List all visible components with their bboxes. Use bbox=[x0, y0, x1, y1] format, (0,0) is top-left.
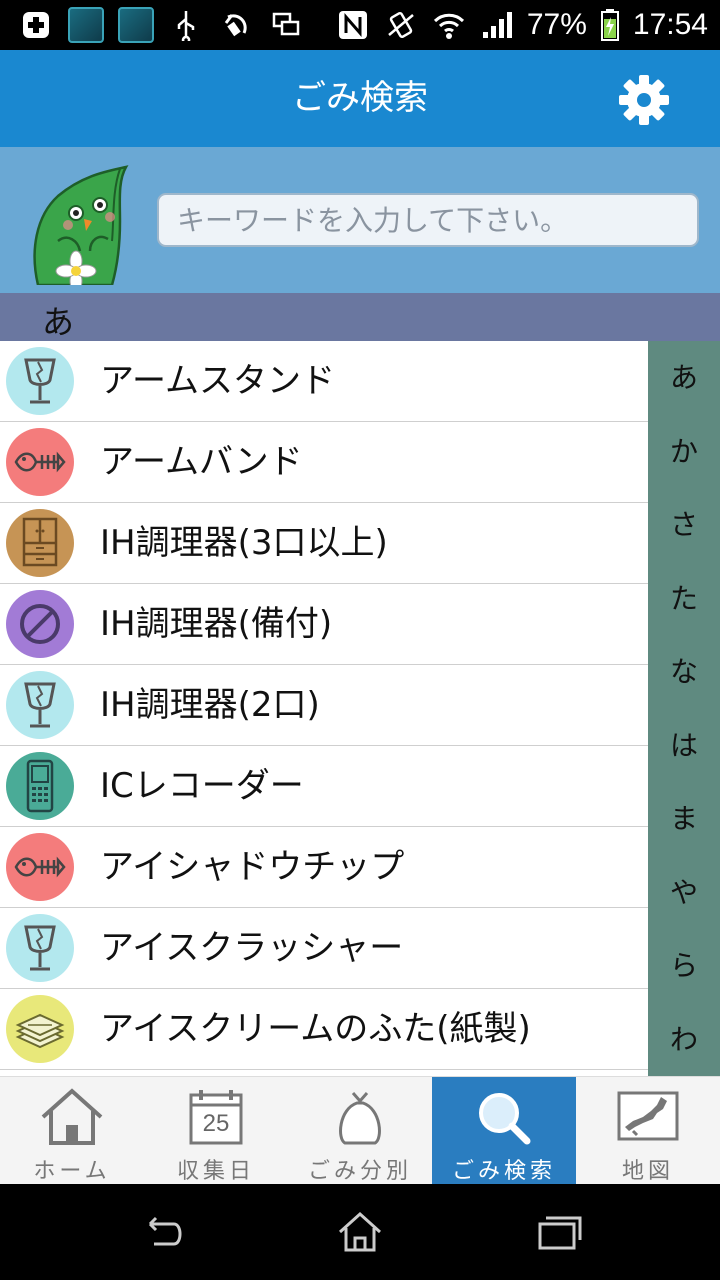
home-button-icon[interactable] bbox=[334, 1206, 386, 1258]
battery-percent: 77% bbox=[526, 8, 587, 41]
index-item-na[interactable]: な bbox=[648, 635, 720, 709]
nav-sorting[interactable]: ごみ分別 bbox=[288, 1077, 432, 1185]
list-item[interactable]: IH調理器(備付) bbox=[0, 584, 648, 665]
calendar-icon: 25 bbox=[181, 1087, 251, 1147]
mascot-leaf-character-icon bbox=[28, 161, 132, 292]
list-item-label: IH調理器(2口) bbox=[100, 685, 320, 725]
list-item-label: アイシャドウチップ bbox=[100, 847, 405, 887]
index-item-ra[interactable]: ら bbox=[648, 929, 720, 1003]
battery-charging-icon bbox=[599, 7, 621, 43]
item-list: アームスタンド アームバンド IH調理器(3口以上) IH調理器(備付) IH調… bbox=[0, 341, 648, 1076]
search-input[interactable] bbox=[157, 193, 699, 247]
broken-glass-icon bbox=[6, 347, 74, 415]
list-item[interactable]: アイスクリームのふた(紙製) bbox=[0, 989, 648, 1070]
broken-glass-icon bbox=[6, 671, 74, 739]
list-item-label: ICレコーダー bbox=[100, 766, 304, 806]
nav-collection-day-label: 収集日 bbox=[176, 1159, 255, 1184]
list-item-label: アームバンド bbox=[100, 442, 303, 482]
settings-gear-icon[interactable] bbox=[618, 74, 670, 126]
app-notification-icon-2 bbox=[118, 7, 154, 43]
list-item[interactable]: IH調理器(3口以上) bbox=[0, 503, 648, 584]
signal-icon bbox=[479, 7, 515, 43]
nav-home[interactable]: ホーム bbox=[0, 1077, 144, 1185]
nav-collection-day[interactable]: 25 収集日 bbox=[144, 1077, 288, 1185]
calendar-day: 25 bbox=[203, 1110, 230, 1137]
list-item-label: IH調理器(備付) bbox=[100, 604, 333, 644]
home-icon bbox=[37, 1087, 107, 1147]
clock: 17:54 bbox=[632, 8, 708, 41]
list-item-label: アイスクラッシャー bbox=[100, 928, 404, 968]
fish-bone-icon bbox=[6, 833, 74, 901]
fish-bone-icon bbox=[6, 428, 74, 496]
list-item[interactable]: アイシャドウチップ bbox=[0, 827, 648, 908]
nav-map-label: 地図 bbox=[621, 1159, 674, 1184]
paper-stack-icon bbox=[6, 995, 74, 1063]
nav-search-label: ごみ検索 bbox=[451, 1159, 556, 1184]
index-item-sa[interactable]: さ bbox=[648, 488, 720, 562]
prohibited-icon bbox=[6, 590, 74, 658]
status-bar-notifications bbox=[18, 6, 304, 44]
cabinet-icon bbox=[6, 509, 74, 577]
section-header: あ bbox=[0, 293, 720, 341]
phone-icon bbox=[6, 752, 74, 820]
index-item-ya[interactable]: や bbox=[648, 856, 720, 930]
search-area bbox=[0, 147, 720, 293]
recent-apps-icon[interactable] bbox=[534, 1206, 586, 1258]
index-item-wa[interactable]: わ bbox=[648, 1003, 720, 1077]
nav-home-label: ホーム bbox=[33, 1159, 111, 1184]
app-notification-icon bbox=[68, 7, 104, 43]
list-item[interactable]: アームバンド bbox=[0, 422, 648, 503]
index-bar: あ か さ た な は ま や ら わ bbox=[648, 341, 720, 1076]
index-item-ta[interactable]: た bbox=[648, 562, 720, 636]
nav-map[interactable]: 地図 bbox=[576, 1077, 720, 1185]
section-header-label: あ bbox=[42, 303, 75, 341]
system-nav-bar bbox=[0, 1184, 720, 1280]
screen-mirror-icon bbox=[268, 7, 304, 43]
page-title: ごみ検索 bbox=[292, 78, 428, 118]
nav-search[interactable]: ごみ検索 bbox=[432, 1077, 576, 1185]
index-item-a[interactable]: あ bbox=[648, 341, 720, 415]
list-item-label: アイスクリームのふた(紙製) bbox=[100, 1009, 531, 1049]
wifi-icon bbox=[431, 7, 467, 43]
list-item[interactable]: アイスクラッシャー bbox=[0, 908, 648, 989]
nav-sorting-label: ごみ分別 bbox=[307, 1159, 412, 1184]
list-item-label: IH調理器(3口以上) bbox=[100, 523, 388, 563]
bottom-nav: ホーム 25 収集日 ごみ分別 ごみ検索 地図 bbox=[0, 1076, 720, 1185]
garbage-bag-icon bbox=[325, 1087, 395, 1147]
plus-notification-icon bbox=[18, 7, 54, 43]
list-item[interactable]: IH調理器(2口) bbox=[0, 665, 648, 746]
nfc-icon bbox=[335, 7, 371, 43]
list-item[interactable]: ICレコーダー bbox=[0, 746, 648, 827]
usb-icon bbox=[168, 7, 204, 43]
rotate-icon bbox=[218, 7, 254, 43]
map-icon bbox=[613, 1087, 683, 1147]
list-item-label: アームスタンド bbox=[100, 361, 335, 401]
index-item-ma[interactable]: ま bbox=[648, 782, 720, 856]
index-item-ka[interactable]: か bbox=[648, 415, 720, 489]
search-icon bbox=[469, 1087, 539, 1147]
vibrate-icon bbox=[383, 7, 419, 43]
status-bar: 77% 17:54 bbox=[0, 0, 720, 50]
index-item-ha[interactable]: は bbox=[648, 709, 720, 783]
back-icon[interactable] bbox=[136, 1206, 188, 1258]
title-bar: ごみ検索 bbox=[0, 50, 720, 147]
list-item[interactable]: アームスタンド bbox=[0, 341, 648, 422]
broken-glass-icon bbox=[6, 914, 74, 982]
status-bar-system: 77% 17:54 bbox=[335, 6, 708, 44]
